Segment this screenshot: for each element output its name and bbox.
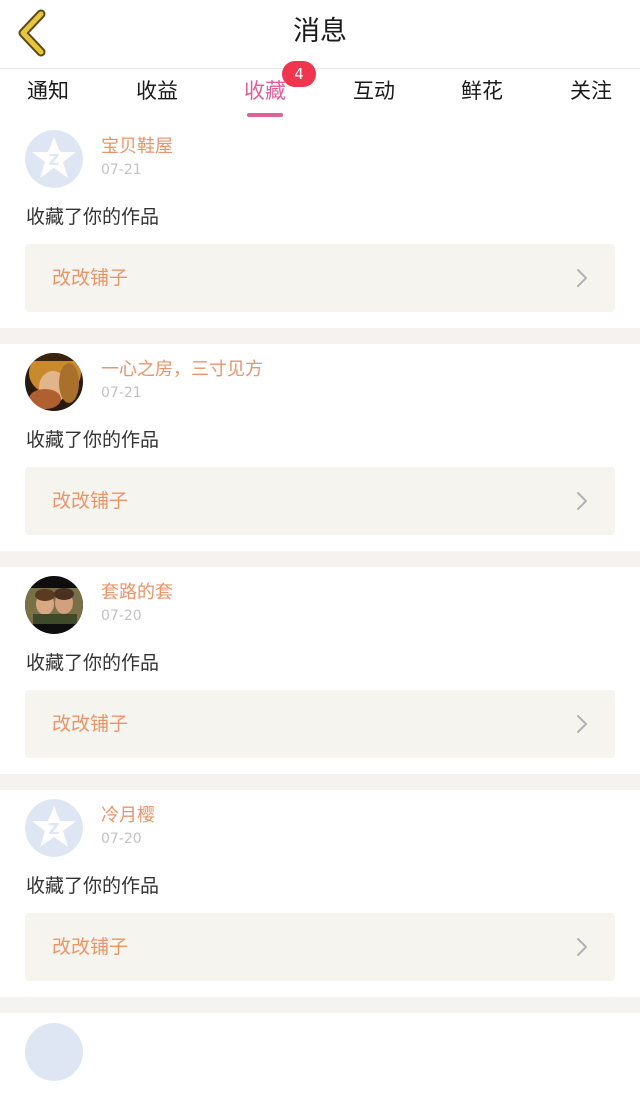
- message-date: 07-21: [101, 162, 142, 178]
- action-text: 收藏了你的作品: [26, 429, 160, 451]
- active-tab-indicator: [247, 113, 283, 117]
- user-name[interactable]: 一心之房，三寸见方: [101, 358, 263, 382]
- work-title: 改改铺子: [52, 267, 129, 289]
- avatar[interactable]: [25, 1023, 83, 1081]
- top-navbar: 消息: [0, 0, 640, 69]
- chevron-right-icon: [576, 491, 588, 511]
- tab-earnings[interactable]: 收益: [117, 75, 197, 107]
- user-name[interactable]: 宝贝鞋屋: [101, 135, 173, 159]
- work-link-card[interactable]: 改改铺子: [25, 467, 615, 535]
- card-separator: [0, 774, 640, 790]
- message-card: 一心之房，三寸见方 07-21 收藏了你的作品 改改铺子: [0, 344, 640, 551]
- work-title: 改改铺子: [52, 490, 129, 512]
- message-feed: Z 宝贝鞋屋 07-21 收藏了你的作品 改改铺子 一心之房，三寸见方 07-2…: [0, 121, 640, 1081]
- user-name[interactable]: 套路的套: [101, 581, 173, 605]
- work-link-card[interactable]: 改改铺子: [25, 913, 615, 981]
- message-date: 07-20: [101, 831, 142, 847]
- user-name[interactable]: 冷月樱: [101, 804, 155, 828]
- avatar[interactable]: Z: [25, 799, 83, 857]
- svg-text:Z: Z: [49, 151, 60, 169]
- action-text: 收藏了你的作品: [26, 206, 160, 228]
- favorites-count-badge: 4: [282, 61, 316, 87]
- work-title: 改改铺子: [52, 936, 129, 958]
- avatar[interactable]: [25, 576, 83, 634]
- tab-interaction[interactable]: 互动: [334, 75, 414, 107]
- tab-bar: 通知 收益 收藏 4 互动 鲜花 关注: [0, 61, 640, 121]
- message-card: Z 冷月樱 07-20 收藏了你的作品 改改铺子: [0, 790, 640, 997]
- chevron-right-icon: [576, 714, 588, 734]
- tab-flowers[interactable]: 鲜花: [442, 75, 522, 107]
- message-card-partial: [0, 1013, 640, 1081]
- tab-follow[interactable]: 关注: [551, 75, 631, 107]
- default-avatar-icon: Z: [25, 130, 83, 188]
- work-title: 改改铺子: [52, 713, 129, 735]
- action-text: 收藏了你的作品: [26, 875, 160, 897]
- chevron-right-icon: [576, 937, 588, 957]
- user-photo-avatar: [25, 576, 83, 634]
- svg-text:Z: Z: [49, 820, 60, 838]
- chevron-right-icon: [576, 268, 588, 288]
- card-separator: [0, 328, 640, 344]
- avatar[interactable]: [25, 353, 83, 411]
- work-link-card[interactable]: 改改铺子: [25, 690, 615, 758]
- action-text: 收藏了你的作品: [26, 652, 160, 674]
- message-date: 07-21: [101, 385, 142, 401]
- default-avatar-icon: Z: [25, 799, 83, 857]
- user-photo-avatar: [25, 353, 83, 411]
- avatar[interactable]: Z: [25, 130, 83, 188]
- tab-favorites-label: 收藏: [244, 79, 286, 103]
- page-title: 消息: [293, 16, 347, 47]
- work-link-card[interactable]: 改改铺子: [25, 244, 615, 312]
- message-card: 套路的套 07-20 收藏了你的作品 改改铺子: [0, 567, 640, 774]
- tab-notice[interactable]: 通知: [8, 75, 88, 107]
- card-separator: [0, 551, 640, 567]
- card-separator: [0, 997, 640, 1013]
- message-card: Z 宝贝鞋屋 07-21 收藏了你的作品 改改铺子: [0, 121, 640, 328]
- message-date: 07-20: [101, 608, 142, 624]
